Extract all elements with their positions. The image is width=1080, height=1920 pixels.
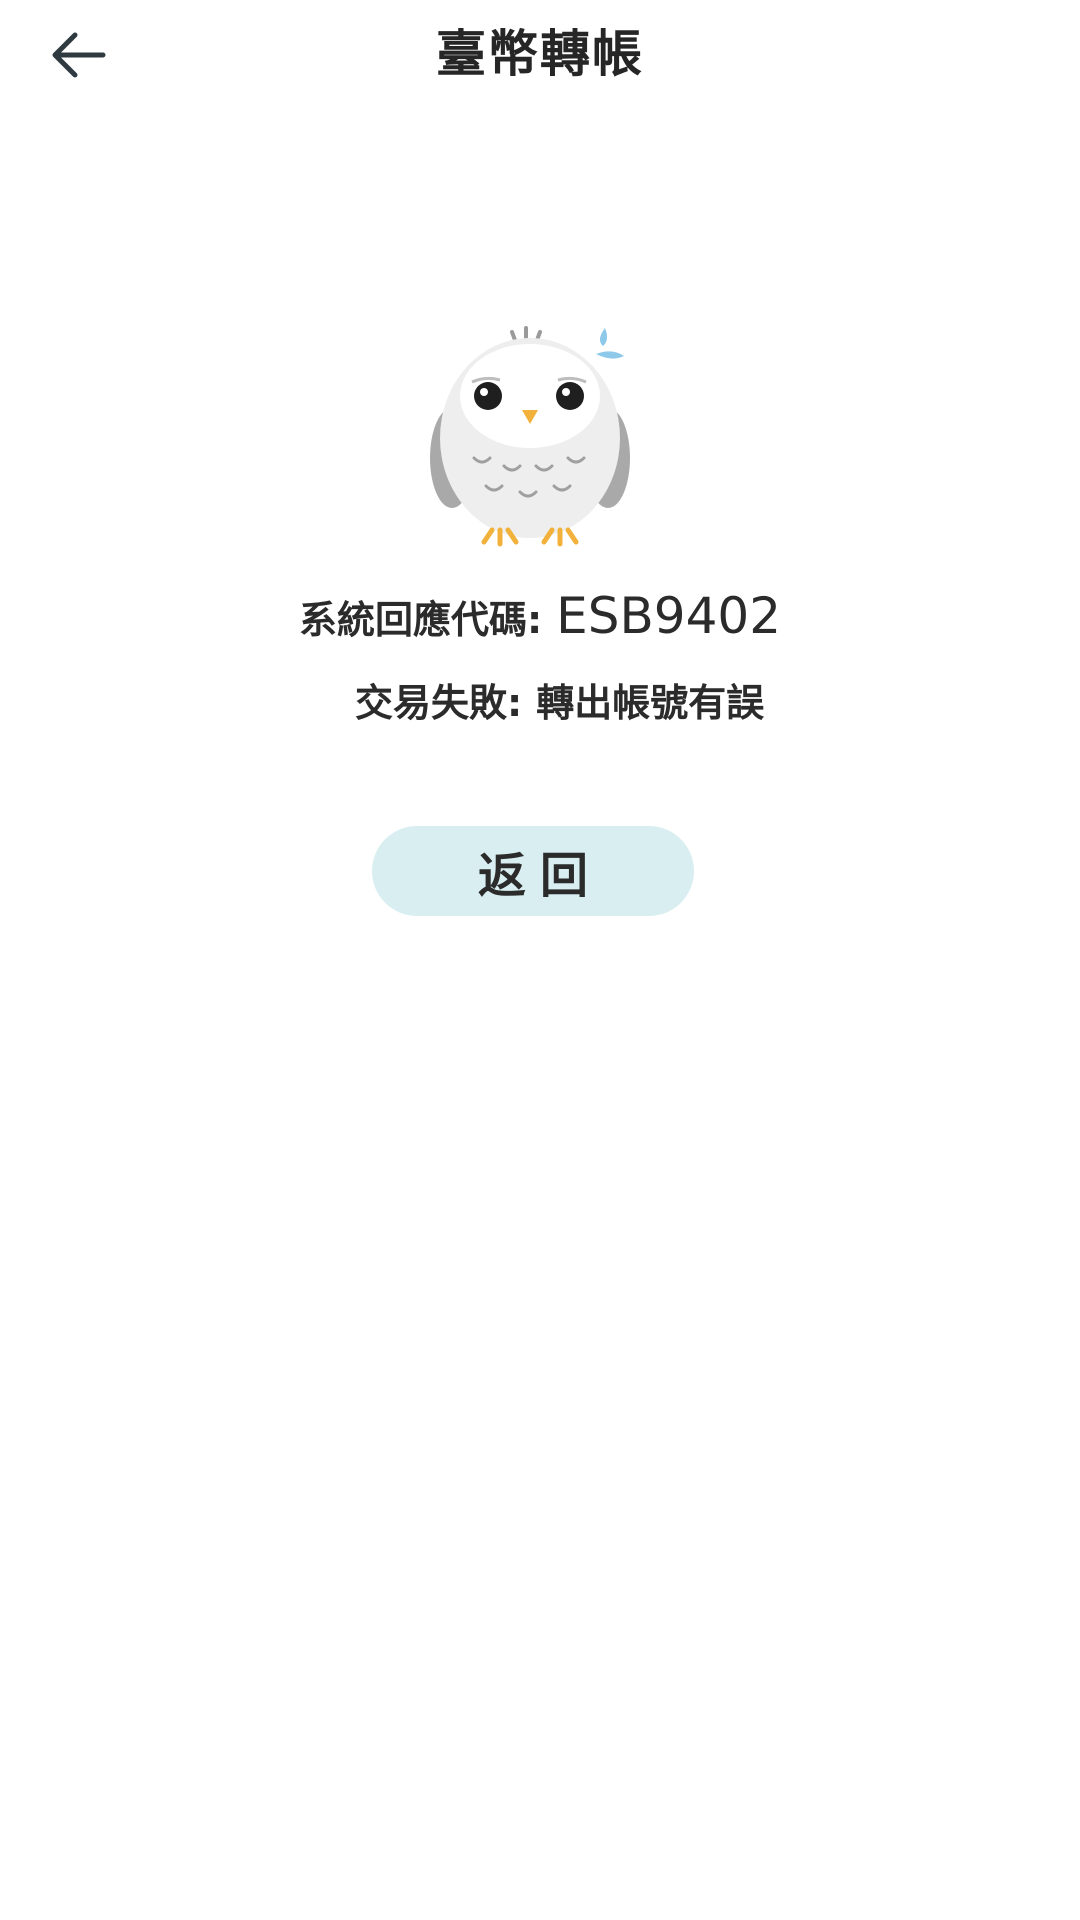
error-message-label: 交易失敗:: [355, 681, 523, 725]
page: 臺幣轉帳 系統回應代碼: ESB9402 交易失敗: 轉出帳號有誤 返回: [0, 0, 1080, 1920]
response-code-value: ESB9402: [556, 587, 782, 645]
transaction-error-message: 交易失敗: 轉出帳號有誤: [355, 676, 764, 730]
page-title: 臺幣轉帳: [436, 25, 644, 83]
app-header: 臺幣轉帳: [0, 0, 1080, 110]
return-button[interactable]: 返回: [372, 826, 694, 916]
system-response-code: 系統回應代碼: ESB9402: [0, 585, 1080, 659]
error-message-value: 轉出帳號有誤: [536, 681, 765, 725]
response-code-label: 系統回應代碼:: [298, 598, 543, 642]
sweating-owl-illustration: [430, 326, 630, 547]
